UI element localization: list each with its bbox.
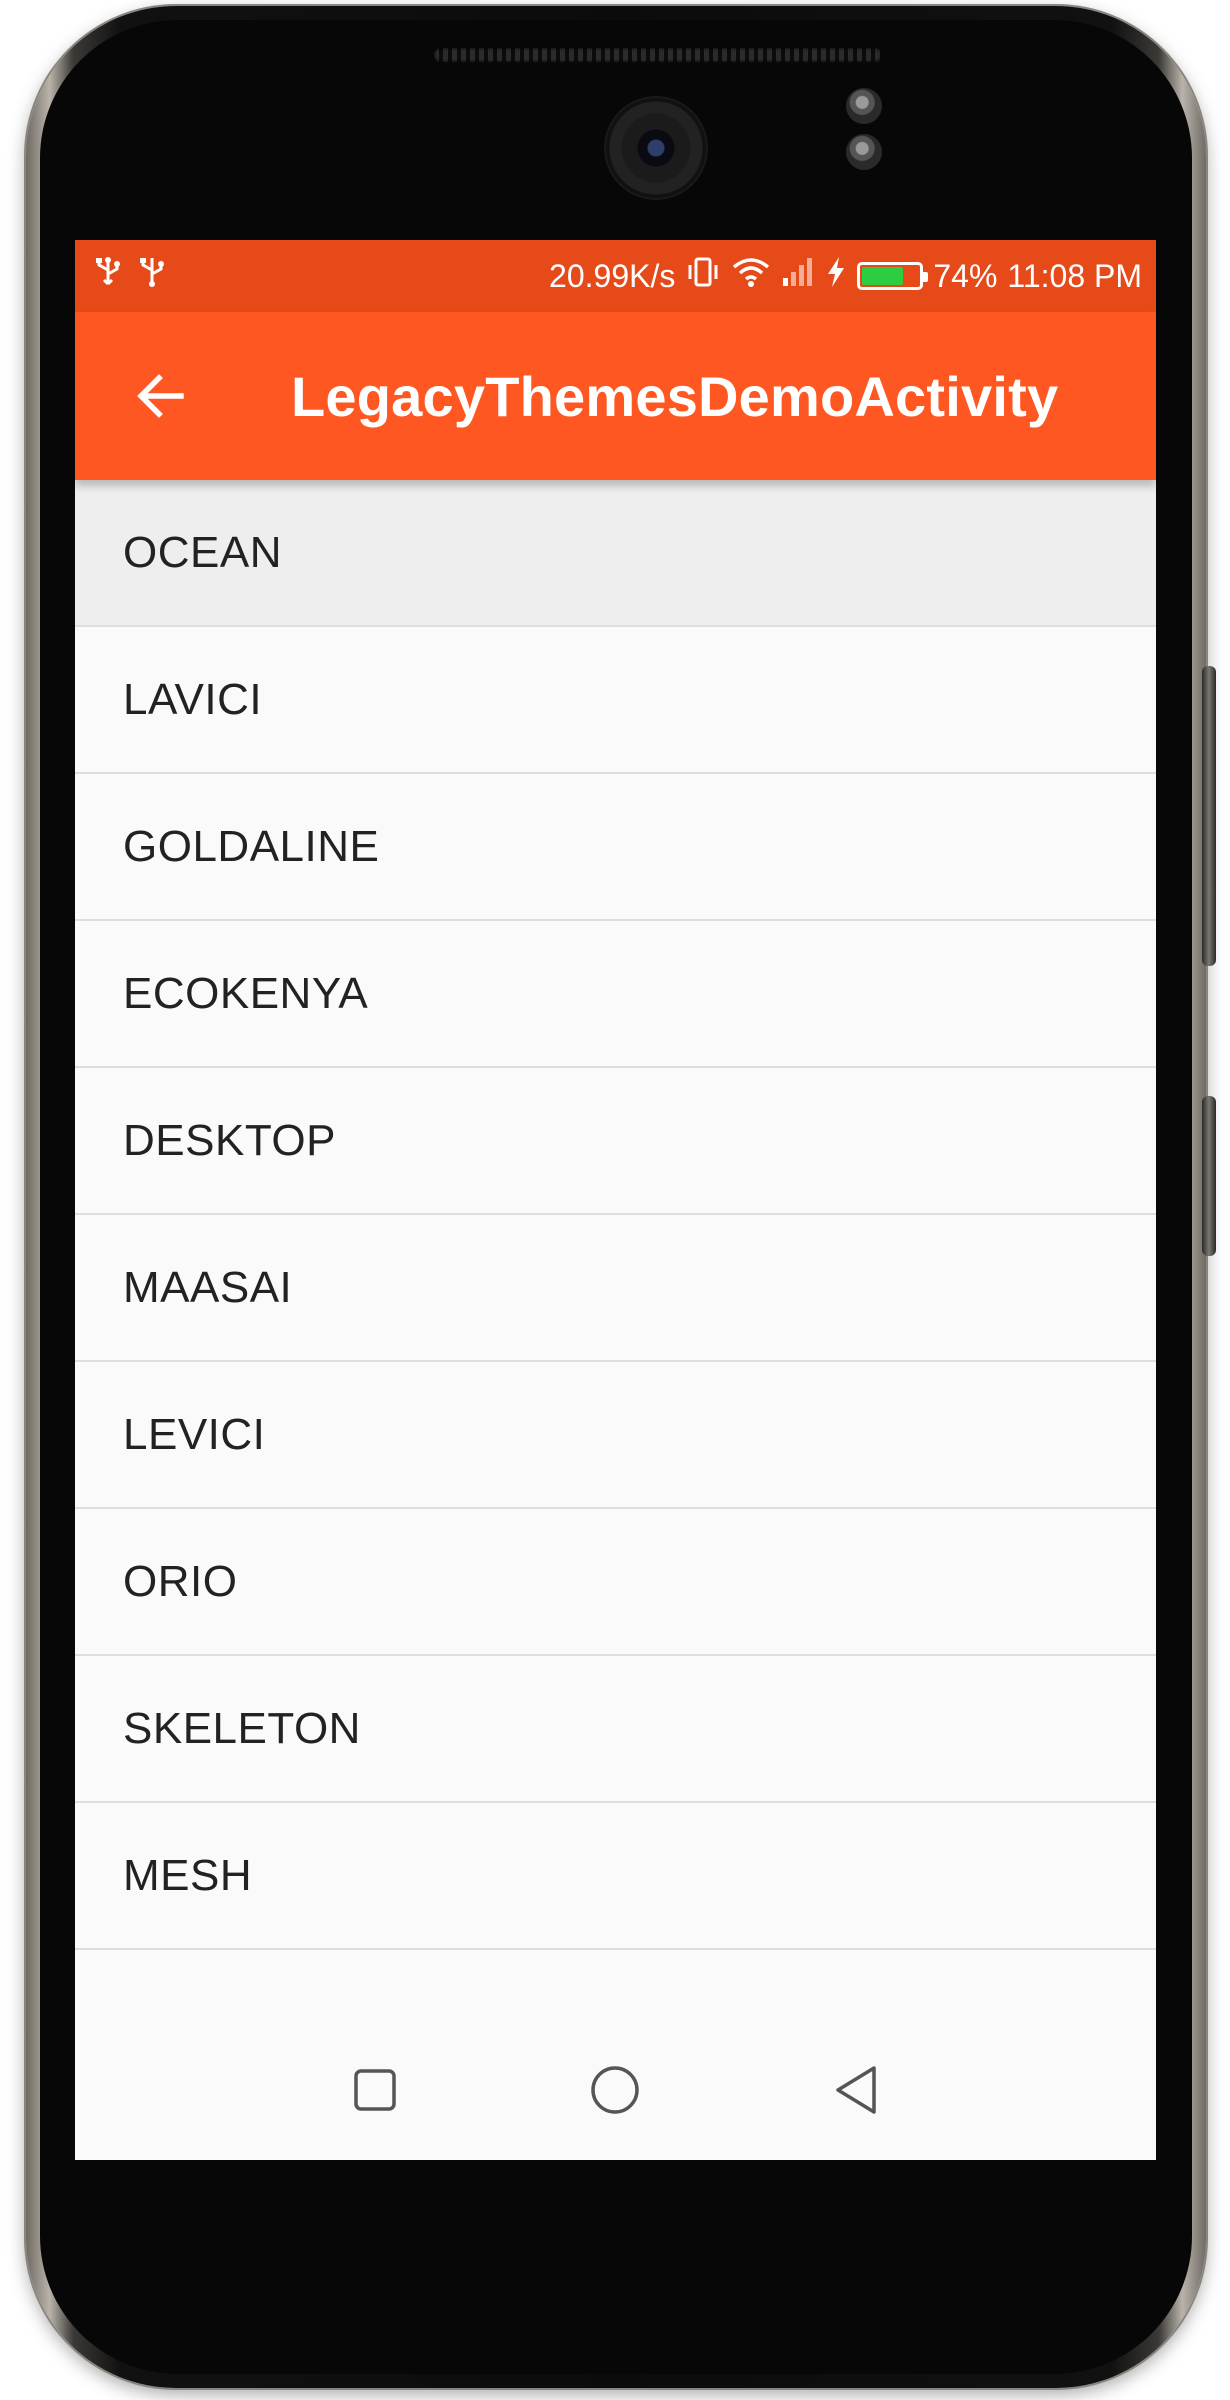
network-speed: 20.99K/s: [549, 257, 676, 294]
front-camera: [606, 98, 706, 198]
theme-item-label: LAVICI: [123, 674, 263, 724]
usb-icon: [93, 256, 123, 296]
theme-list-item[interactable]: LEVICI: [75, 1362, 1156, 1509]
theme-item-label: LEVICI: [123, 1409, 266, 1459]
theme-list-item[interactable]: DESKTOP: [75, 1068, 1156, 1215]
home-button[interactable]: [570, 2045, 660, 2135]
status-left-icons: [93, 256, 167, 296]
back-button[interactable]: [811, 2045, 901, 2135]
recents-square-icon: [354, 2069, 396, 2111]
power-button: [1202, 1096, 1216, 1256]
theme-item-label: MAASAI: [123, 1262, 293, 1312]
back-triangle-icon: [836, 2066, 876, 2114]
theme-item-label: MESH: [123, 1850, 253, 1900]
theme-item-label: DESKTOP: [123, 1115, 336, 1165]
theme-list-item[interactable]: GOLDALINE: [75, 774, 1156, 921]
theme-list-item[interactable]: MAASAI: [75, 1215, 1156, 1362]
theme-item-label: ORIO: [123, 1556, 238, 1606]
theme-list: OCEAN LAVICI GOLDALINE ECOKENYA DESKTOP MAASA…: [75, 480, 1156, 1950]
signal-icon: [781, 256, 815, 296]
status-bar: 20.99K/s 74% 11:08 PM: [75, 240, 1156, 312]
volume-button: [1202, 666, 1216, 966]
light-sensor: [846, 134, 882, 170]
charging-icon: [825, 256, 847, 296]
screen: 20.99K/s 74% 11:08 PM LegacyThemesDemoAc…: [75, 240, 1156, 2160]
proximity-sensor: [846, 88, 882, 124]
theme-list-item[interactable]: SKELETON: [75, 1656, 1156, 1803]
recents-button[interactable]: [330, 2045, 420, 2135]
vibrate-icon: [685, 256, 721, 296]
theme-list-item[interactable]: LAVICI: [75, 627, 1156, 774]
clock: 11:08 PM: [1007, 257, 1142, 294]
page-title: LegacyThemesDemoActivity: [291, 364, 1059, 428]
system-navigation-bar: [75, 2020, 1156, 2160]
wifi-icon: [731, 256, 771, 296]
status-right-area: 20.99K/s 74% 11:08 PM: [549, 256, 1142, 296]
theme-item-label: GOLDALINE: [123, 821, 380, 871]
battery-level-fill: [862, 267, 903, 285]
navigate-up-button[interactable]: [111, 346, 211, 446]
earpiece-speaker: [434, 48, 882, 62]
battery-icon: [857, 262, 929, 290]
battery-percent: 74%: [933, 257, 998, 294]
theme-list-item[interactable]: ECOKENYA: [75, 921, 1156, 1068]
theme-item-label: ECOKENYA: [123, 968, 369, 1018]
usb-icon: [137, 256, 167, 296]
theme-list-item[interactable]: MESH: [75, 1803, 1156, 1950]
theme-list-item[interactable]: ORIO: [75, 1509, 1156, 1656]
theme-list-item[interactable]: OCEAN: [75, 480, 1156, 627]
app-bar: LegacyThemesDemoActivity: [75, 312, 1156, 480]
home-circle-icon: [591, 2066, 640, 2114]
theme-item-label: SKELETON: [123, 1703, 361, 1753]
theme-item-label: OCEAN: [123, 527, 282, 577]
arrow-back-icon: [137, 374, 184, 418]
